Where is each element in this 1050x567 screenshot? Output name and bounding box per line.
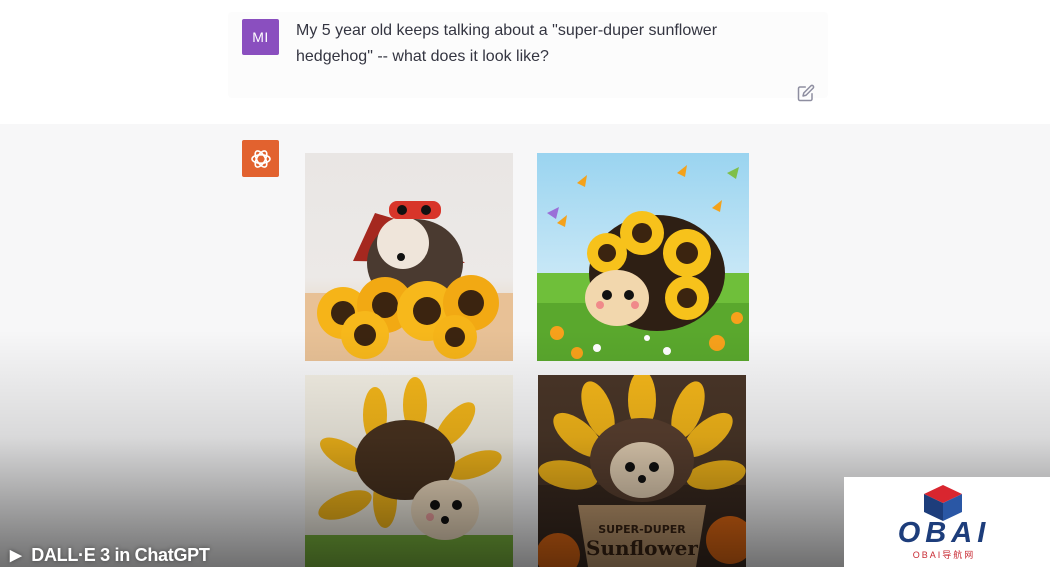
pot-text-line2: Sunflower xyxy=(586,536,698,560)
watermark-subtitle: OBAI导航网 xyxy=(912,550,976,560)
generated-image-2[interactable] xyxy=(537,153,749,361)
cube-logo-icon xyxy=(924,485,962,521)
watermark-logo: OBAI OBAI导航网 xyxy=(844,477,1050,567)
video-caption: ▶ DALL·E 3 in ChatGPT xyxy=(10,543,210,567)
generated-image-4[interactable]: SUPER-DUPER Sunflower xyxy=(538,375,746,567)
edit-pencil-icon[interactable] xyxy=(797,84,815,102)
user-message-text: My 5 year old keeps talking about a "sup… xyxy=(296,22,718,65)
generated-image-1[interactable] xyxy=(305,153,513,361)
pot-text-line1: SUPER-DUPER xyxy=(598,523,686,536)
user-avatar: MI xyxy=(242,19,279,55)
generated-image-3[interactable] xyxy=(305,375,513,567)
play-icon[interactable]: ▶ xyxy=(10,546,22,564)
openai-logo-icon xyxy=(242,140,279,177)
watermark-brand: OBAI xyxy=(897,517,991,549)
video-title: DALL·E 3 in ChatGPT xyxy=(31,544,210,565)
